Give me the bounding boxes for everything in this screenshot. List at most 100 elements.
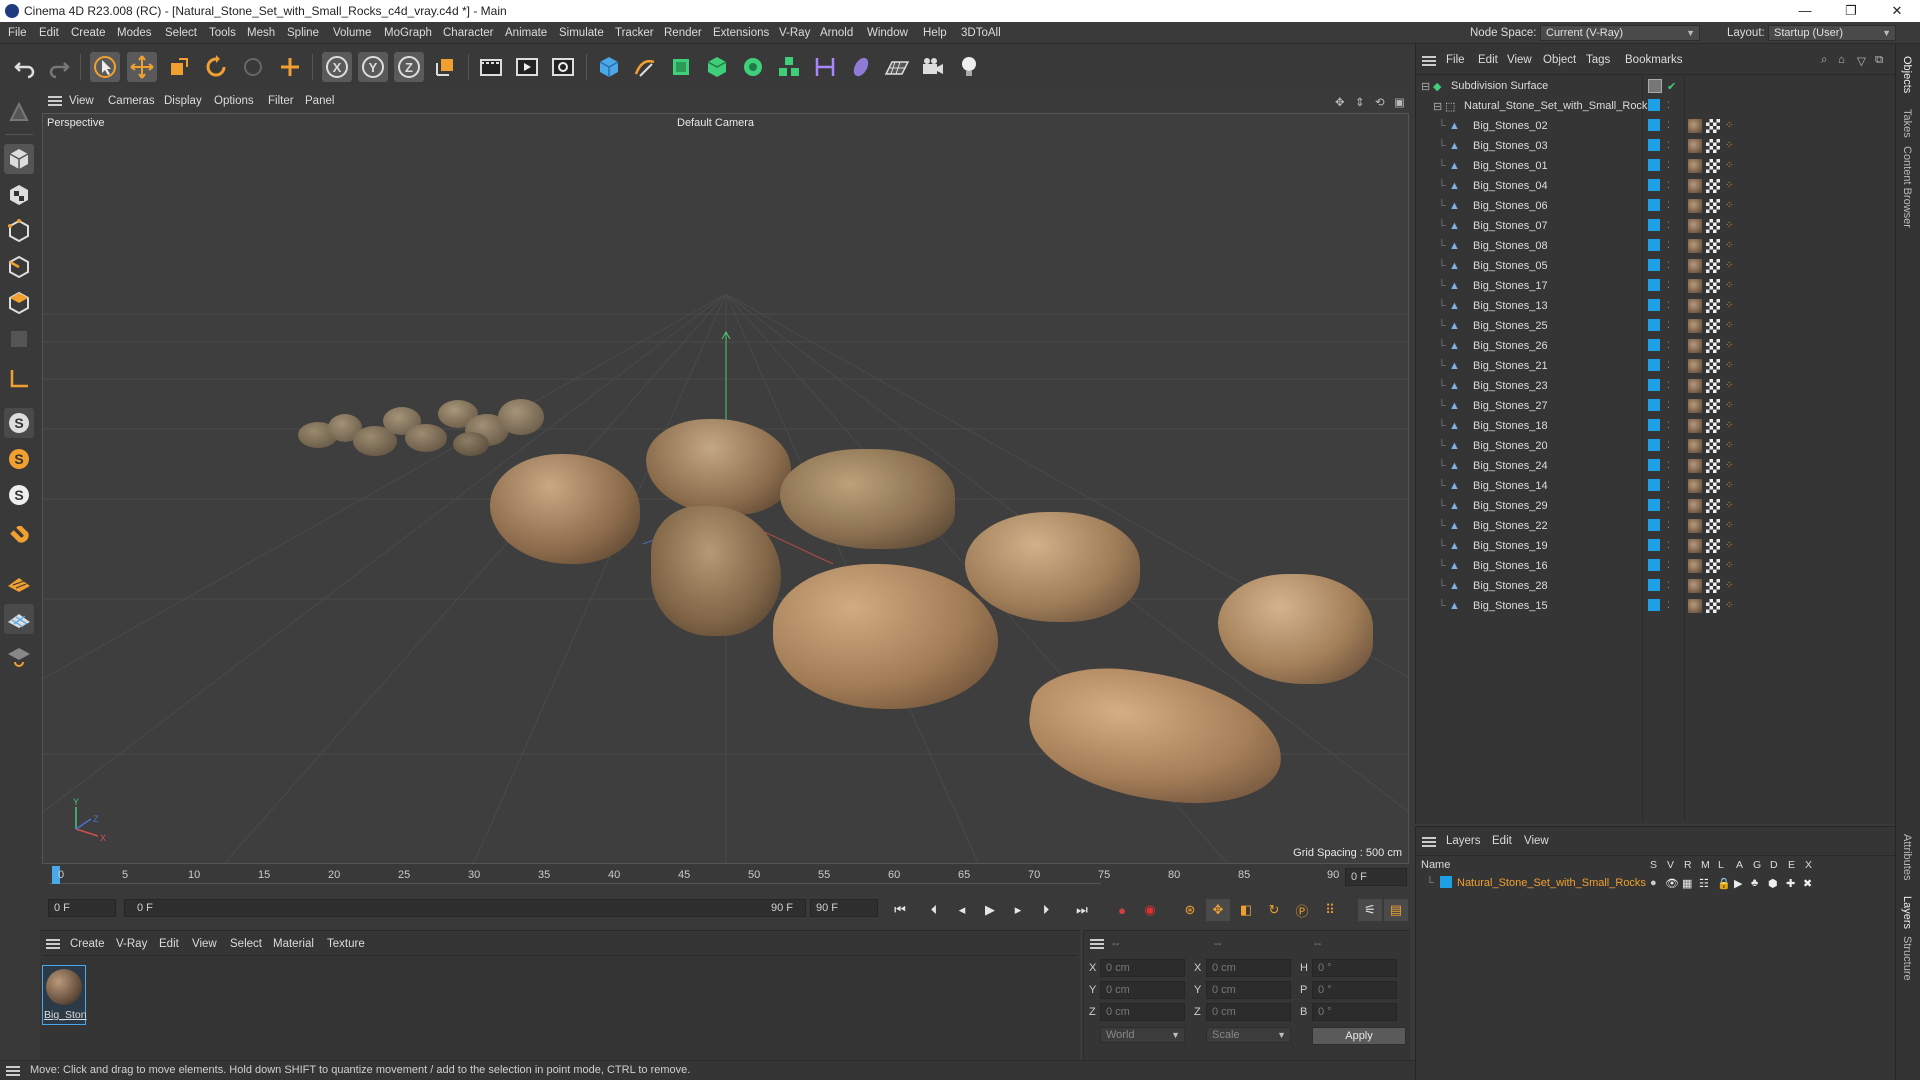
previous-key-icon[interactable]: ⏴ <box>922 899 946 921</box>
key-parameter-icon[interactable]: Ⓟ <box>1290 899 1314 921</box>
visibility-dots-icon[interactable]: ⁚ <box>1667 200 1670 211</box>
texture-tag-icon[interactable] <box>1706 239 1720 253</box>
status-hamburger-icon[interactable] <box>6 1066 20 1076</box>
position-x-field[interactable]: 0 cm <box>1100 959 1185 977</box>
visibility-dots-icon[interactable]: ⁚ <box>1667 520 1670 531</box>
viewport-menu-display[interactable]: Display <box>164 95 202 107</box>
preview-range-slider[interactable]: 0 F 90 F <box>124 899 806 917</box>
material-tag-icon[interactable] <box>1688 519 1702 533</box>
material-tag-icon[interactable] <box>1688 139 1702 153</box>
vray-tag-icon[interactable]: ⁘ <box>1725 220 1733 231</box>
subdivision-surface-icon[interactable] <box>666 52 696 82</box>
viewport-menu-filter[interactable]: Filter <box>268 95 294 107</box>
vray-tag-icon[interactable]: ⁘ <box>1725 520 1733 531</box>
layer-color-swatch[interactable] <box>1648 399 1660 411</box>
layer-color-swatch[interactable] <box>1648 419 1660 431</box>
visibility-dots-icon[interactable]: ⁚ <box>1667 340 1670 351</box>
menu-mesh[interactable]: Mesh <box>247 27 275 39</box>
layer-color-swatch[interactable] <box>1648 499 1660 511</box>
spline-pen-icon[interactable] <box>630 52 660 82</box>
visibility-dots-icon[interactable]: ⁚ <box>1667 180 1670 191</box>
menu-modes[interactable]: Modes <box>117 27 152 39</box>
object-row-group[interactable]: ⊟ ⬚ Natural_Stone_Set_with_Small_Rocks ⁚ <box>1416 96 1896 116</box>
layer-deformer-icon[interactable]: ⬢ <box>1768 877 1778 890</box>
material-tag-icon[interactable] <box>1688 399 1702 413</box>
material-hamburger-icon[interactable] <box>46 939 60 949</box>
texture-tag-icon[interactable] <box>1706 319 1720 333</box>
object-row[interactable]: └ ▲ Big_Stones_26 ⁚ ⁘ <box>1416 336 1896 356</box>
visibility-dots-icon[interactable]: ⁚ <box>1667 220 1670 231</box>
timeline-end-frame-field[interactable]: 0 F <box>1345 868 1407 886</box>
layer-generator-icon[interactable]: ♣ <box>1751 877 1758 889</box>
layer-menu-view[interactable]: View <box>1524 835 1549 847</box>
deformer-bend-icon[interactable] <box>810 52 840 82</box>
vray-tag-icon[interactable]: ⁘ <box>1725 140 1733 151</box>
go-to-start-icon[interactable]: ⏮ <box>888 899 912 921</box>
locked-workplane-icon[interactable] <box>4 604 34 634</box>
texture-tag-icon[interactable] <box>1706 279 1720 293</box>
vray-tag-icon[interactable]: ⁘ <box>1725 460 1733 471</box>
layout-dropdown[interactable]: Startup (User) ▼ <box>1768 25 1896 41</box>
visibility-dots-icon[interactable]: ⁚ <box>1667 260 1670 271</box>
menu-spline[interactable]: Spline <box>287 27 319 39</box>
object-row[interactable]: └ ▲ Big_Stones_03 ⁚ ⁘ <box>1416 136 1896 156</box>
go-to-end-icon[interactable]: ⏭ <box>1070 899 1094 921</box>
layer-color-swatch[interactable] <box>1648 459 1660 471</box>
next-key-icon[interactable]: ⏵ <box>1034 899 1058 921</box>
texture-tag-icon[interactable] <box>1706 599 1720 613</box>
rotate-tool-icon[interactable] <box>201 52 231 82</box>
material-tag-icon[interactable] <box>1688 419 1702 433</box>
texture-tag-icon[interactable] <box>1706 519 1720 533</box>
layer-hamburger-icon[interactable] <box>1422 837 1436 847</box>
visibility-dots-icon[interactable]: ⁚ <box>1667 140 1670 151</box>
visibility-dots-icon[interactable]: ⁚ <box>1667 160 1670 171</box>
object-row[interactable]: └ ▲ Big_Stones_07 ⁚ ⁘ <box>1416 216 1896 236</box>
texture-tag-icon[interactable] <box>1706 579 1720 593</box>
object-row[interactable]: └ ▲ Big_Stones_08 ⁚ ⁘ <box>1416 236 1896 256</box>
texture-tag-icon[interactable] <box>1706 479 1720 493</box>
vray-tag-icon[interactable]: ⁘ <box>1725 400 1733 411</box>
uv-mode-icon[interactable] <box>4 324 34 354</box>
visibility-dots-icon[interactable]: ⁚ <box>1667 560 1670 571</box>
next-frame-icon[interactable]: ▸ <box>1006 899 1030 921</box>
side-tab-structure[interactable]: Structure <box>1901 936 1913 981</box>
layer-color-swatch[interactable] <box>1648 479 1660 491</box>
layer-color-swatch[interactable] <box>1648 339 1660 351</box>
layer-color-swatch[interactable] <box>1648 279 1660 291</box>
key-pla-icon[interactable]: ⠿ <box>1318 899 1342 921</box>
scale-tool-icon[interactable] <box>164 52 194 82</box>
viewport-maximize-icon[interactable]: ▣ <box>1394 95 1405 109</box>
material-menu-select[interactable]: Select <box>230 938 262 950</box>
object-menu-bookmarks[interactable]: Bookmarks <box>1625 54 1683 66</box>
snap-magnet-icon[interactable] <box>4 524 34 554</box>
vray-tag-icon[interactable]: ⁘ <box>1725 360 1733 371</box>
material-menu-create[interactable]: Create <box>70 938 105 950</box>
texture-tag-icon[interactable] <box>1706 419 1720 433</box>
viewport-orbit-icon[interactable]: ⟲ <box>1375 95 1385 109</box>
object-row[interactable]: └ ▲ Big_Stones_29 ⁚ ⁘ <box>1416 496 1896 516</box>
object-menu-edit[interactable]: Edit <box>1478 54 1498 66</box>
vray-tag-icon[interactable]: ⁘ <box>1725 300 1733 311</box>
visibility-dots-icon[interactable]: ⁚ <box>1667 300 1670 311</box>
light-bulb-icon[interactable] <box>954 52 984 82</box>
layer-color-swatch[interactable] <box>1648 439 1660 451</box>
size-z-field[interactable]: 0 cm <box>1206 1003 1291 1021</box>
visibility-dots-icon[interactable]: ⁚ <box>1667 480 1670 491</box>
vray-tag-icon[interactable]: ⁘ <box>1725 160 1733 171</box>
material-menu-view[interactable]: View <box>192 938 217 950</box>
camera-icon[interactable] <box>918 52 948 82</box>
material-tag-icon[interactable] <box>1688 179 1702 193</box>
size-x-field[interactable]: 0 cm <box>1206 959 1291 977</box>
side-tab-attributes[interactable]: Attributes <box>1901 834 1913 880</box>
viewport-pan-icon[interactable]: ✥ <box>1335 95 1345 109</box>
vray-tag-icon[interactable]: ⁘ <box>1725 440 1733 451</box>
coords-hamburger-icon[interactable] <box>1090 939 1104 949</box>
position-y-field[interactable]: 0 cm <box>1100 981 1185 999</box>
viewport-camera-label[interactable]: Default Camera <box>677 117 754 129</box>
object-menu-object[interactable]: Object <box>1543 54 1576 66</box>
visibility-dots-icon[interactable]: ⁚ <box>1667 100 1670 111</box>
menu-volume[interactable]: Volume <box>333 27 371 39</box>
menu-window[interactable]: Window <box>867 27 908 39</box>
menu-render[interactable]: Render <box>664 27 702 39</box>
animation-mode-icon[interactable]: ⚟ <box>1358 899 1382 921</box>
